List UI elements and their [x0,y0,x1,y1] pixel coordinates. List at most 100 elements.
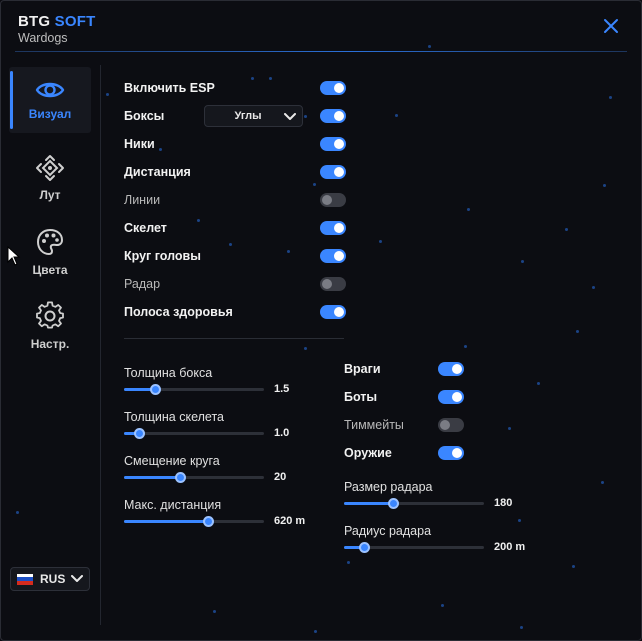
slider-fill [124,520,208,523]
toggle-switch[interactable] [320,137,346,151]
nav-item-loot[interactable]: Лут [9,141,91,215]
slider: Толщина скелета 1.0 [124,410,324,450]
particle-dot [592,286,595,289]
slider: Радиус радара 200 m [344,524,544,564]
slider-label: Радиус радара [344,524,432,538]
slider-fill [344,502,393,505]
slider: Смещение круга 20 [124,454,324,494]
eye-icon [35,82,65,98]
gear-icon [36,301,64,329]
toggle-switch[interactable] [320,193,346,207]
title-bar: BTG SOFT Wardogs [1,1,641,53]
palette-icon [36,228,64,256]
slider-label: Макс. дистанция [124,498,222,512]
particle-dot [521,260,524,263]
slider-track[interactable] [124,516,264,527]
slider-track[interactable] [124,428,264,439]
slider-handle[interactable] [358,542,370,553]
esp-option-label: Полоса здоровья [124,305,233,319]
particle-dot [520,626,523,629]
slider-label: Толщина бокса [124,366,213,380]
target-option-label: Тиммейты [344,418,404,432]
sidebar-divider [100,65,101,625]
slider-track[interactable] [344,498,484,509]
esp-option-label: Круг головы [124,249,201,263]
target-option-label: Оружие [344,446,392,460]
slider-value: 1.5 [274,383,290,395]
nav-item-visual[interactable]: Визуал [9,67,91,133]
nav-label-colors: Цвета [32,263,68,277]
target-option-row: Враги [344,359,464,379]
esp-option-label: Линии [124,193,161,207]
slider: Макс. дистанция 620 m [124,498,324,538]
toggle-switch[interactable] [320,165,346,179]
esp-option-row: Включить ESP [124,78,346,98]
toggle-switch[interactable] [320,249,346,263]
slider-handle[interactable] [134,428,146,439]
toggle-switch[interactable] [438,362,464,376]
toggle-switch[interactable] [438,446,464,460]
slider-track[interactable] [344,542,484,553]
particle-dot [313,183,316,186]
esp-option-row: Полоса здоровья [124,302,346,322]
slider-handle[interactable] [175,472,186,483]
particle-dot [106,93,109,96]
particle-dot [537,382,540,385]
particle-dot [314,630,317,633]
target-option-label: Боты [344,390,378,404]
section-divider [124,338,344,339]
particle-dot [609,96,612,99]
particle-dot [16,511,19,514]
chevron-down-icon [284,113,296,120]
slider-handle[interactable] [388,498,399,509]
esp-option-label: Дистанция [124,165,191,179]
particle-dot [508,427,511,430]
target-option-row: Боты [344,387,464,407]
toggle-switch[interactable] [438,390,464,404]
slider: Размер радара 180 [344,480,544,520]
esp-option-label: Боксы [124,109,165,123]
toggle-switch[interactable] [320,109,346,123]
slider-handle[interactable] [149,384,161,395]
esp-option-row: Линии [124,190,346,210]
particle-dot [576,330,579,333]
nav-item-colors[interactable]: Цвета [9,215,91,289]
header-divider [15,51,627,52]
toggle-switch[interactable] [320,221,346,235]
app-window: BTG SOFT Wardogs Визуал Лут Цвета Настр.… [0,0,642,641]
esp-option-row: Радар [124,274,346,294]
esp-option-row: Скелет [124,218,346,238]
particle-dot [467,208,470,211]
particle-dot [441,604,444,607]
toggle-switch[interactable] [320,277,346,291]
nav-label-loot: Лут [39,188,61,202]
particle-dot [572,565,575,568]
slider-track[interactable] [124,384,264,395]
loot-icon [36,155,64,181]
brand-name-part1: BTG [18,13,51,30]
particle-dot [395,114,398,117]
toggle-switch[interactable] [320,81,346,95]
esp-option-row: Круг головы [124,246,346,266]
esp-option-label: Включить ESP [124,81,215,95]
sidebar-nav: Визуал Лут Цвета Настр. [9,67,91,363]
box-style-select[interactable]: Углы [204,105,303,127]
brand-logo: BTG SOFT [18,13,95,30]
slider-value: 620 m [274,515,306,527]
esp-option-label: Радар [124,277,161,291]
close-icon [604,19,618,33]
slider-handle[interactable] [203,516,214,527]
slider-value: 20 [274,471,287,483]
nav-item-settings[interactable]: Настр. [9,289,91,363]
toggle-switch[interactable] [438,418,464,432]
language-label: RUS [40,572,66,586]
particle-dot [304,347,307,350]
slider-value: 200 m [494,541,526,553]
target-option-label: Враги [344,362,381,376]
toggle-switch[interactable] [320,305,346,319]
language-select[interactable]: RUS [10,567,90,591]
slider-track[interactable] [124,472,264,483]
esp-option-label: Ники [124,137,155,151]
close-button[interactable] [603,18,619,34]
particle-dot [213,610,216,613]
